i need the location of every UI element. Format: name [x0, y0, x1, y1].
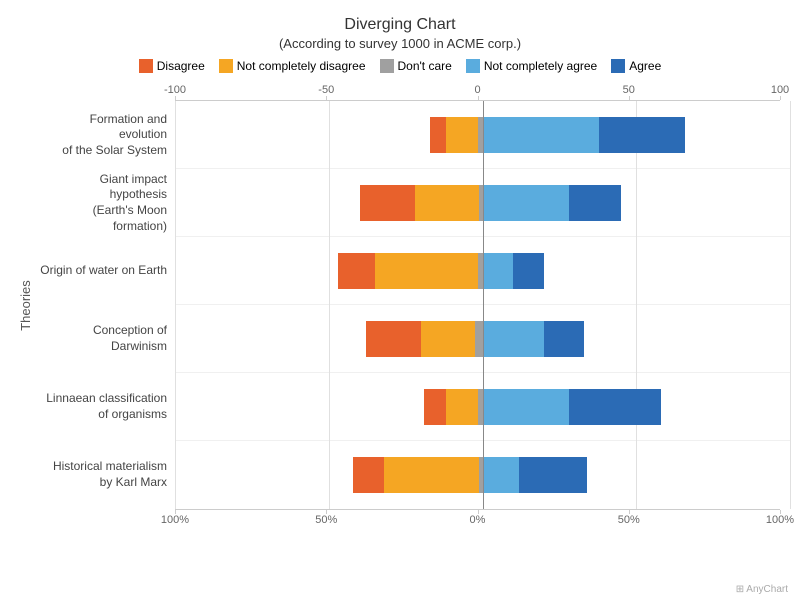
axis-tick-bottom: 50% [315, 514, 337, 526]
disagree-bar [360, 185, 415, 221]
not-completely-disagree-bar [384, 457, 482, 493]
y-axis-label: Theories [18, 280, 33, 331]
not-completely-disagree-bar [421, 321, 483, 357]
legend-item: Agree [611, 59, 661, 73]
legend-label: Not completely disagree [237, 59, 366, 73]
not-completely-agree-bar [483, 457, 520, 493]
disagree-bar [430, 117, 445, 153]
legend-swatch [139, 59, 153, 73]
row-label: Origin of water on Earth [40, 237, 175, 305]
legend-item: Don't care [380, 59, 452, 73]
axis-tick-bottom: 100% [766, 514, 794, 526]
legend-swatch [466, 59, 480, 73]
axis-bottom: 100%50%0%50%100% [175, 509, 780, 531]
agree-bar [519, 457, 587, 493]
legend-swatch [219, 59, 233, 73]
disagree-bar [366, 321, 421, 357]
disagree-bar [353, 457, 384, 493]
row-label: Formation and evolutionof the Solar Syst… [40, 101, 175, 169]
agree-bar [544, 321, 584, 357]
chart-container: Diverging Chart (According to survey 100… [0, 0, 800, 600]
axis-tick-top: 0 [474, 84, 480, 96]
axis-tick-top: 100 [771, 84, 789, 96]
legend-label: Don't care [398, 59, 452, 73]
zero-line [483, 101, 484, 509]
not-completely-disagree-bar [375, 253, 483, 289]
disagree-bar [424, 389, 446, 425]
row-label: Linnaean classificationof organisms [40, 373, 175, 441]
legend-item: Not completely agree [466, 59, 597, 73]
chart-subtitle: (According to survey 1000 in ACME corp.) [10, 36, 790, 51]
disagree-bar [338, 253, 375, 289]
not-completely-agree-bar [483, 321, 545, 357]
axis-tick-bottom: 50% [618, 514, 640, 526]
row-label: Conception of Darwinism [40, 305, 175, 373]
legend-label: Agree [629, 59, 661, 73]
not-completely-agree-bar [483, 253, 514, 289]
agree-bar [569, 389, 661, 425]
legend-item: Not completely disagree [219, 59, 366, 73]
agree-bar [599, 117, 685, 153]
axis-tick-bottom: 0% [470, 514, 486, 526]
not-completely-disagree-bar [415, 185, 483, 221]
legend-label: Disagree [157, 59, 205, 73]
axis-tick-top: -50 [318, 84, 334, 96]
axis-tick-bottom: 100% [161, 514, 189, 526]
legend-swatch [380, 59, 394, 73]
agree-bar [569, 185, 621, 221]
legend-swatch [611, 59, 625, 73]
row-label: Historical materialismby Karl Marx [40, 441, 175, 509]
axis-tick-top: -100 [164, 84, 186, 96]
row-label: Giant impact hypothesis(Earth's Moon for… [40, 169, 175, 237]
agree-bar [513, 253, 544, 289]
legend-label: Not completely agree [484, 59, 597, 73]
not-completely-agree-bar [483, 185, 569, 221]
axis-top: -100-50050100 [175, 79, 780, 101]
chart-title: Diverging Chart [10, 16, 790, 34]
anychart-logo: ⊞ AnyChart [736, 584, 788, 595]
legend-item: Disagree [139, 59, 205, 73]
not-completely-agree-bar [483, 117, 600, 153]
legend: Disagree Not completely disagree Don't c… [10, 59, 790, 73]
not-completely-agree-bar [483, 389, 569, 425]
axis-tick-top: 50 [623, 84, 635, 96]
